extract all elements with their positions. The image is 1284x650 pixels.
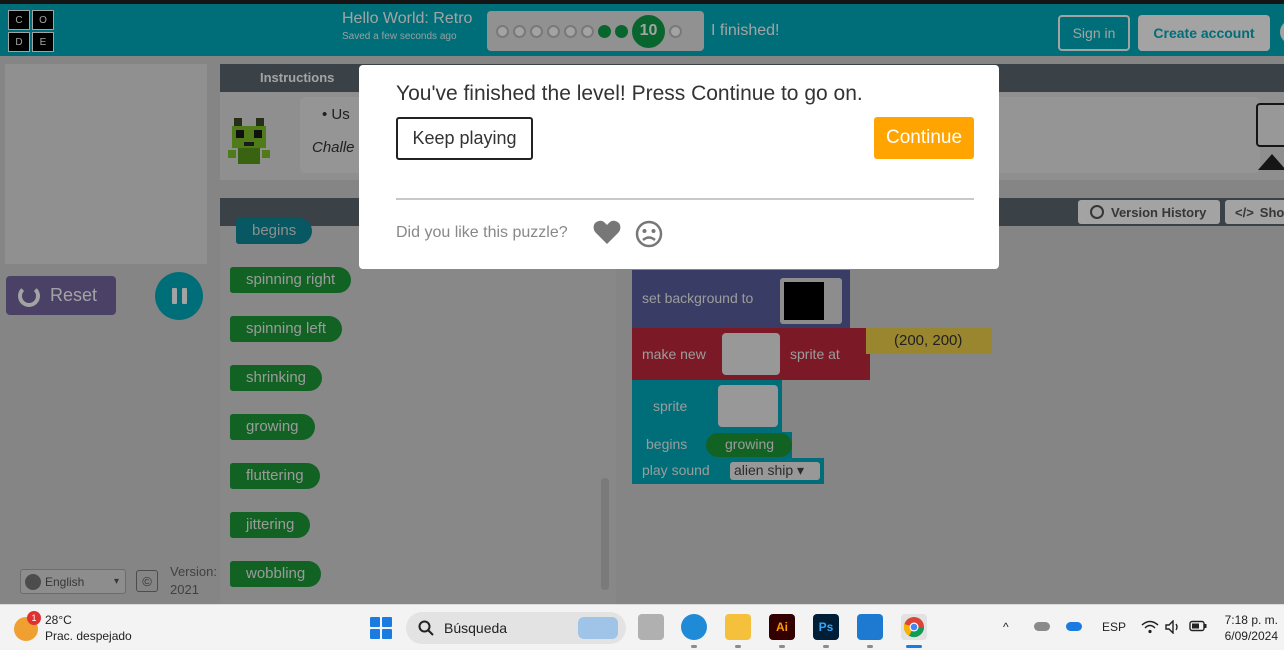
running-indicator: [735, 645, 741, 648]
edge-browser-icon[interactable]: [681, 614, 707, 640]
dialog-divider: [396, 198, 974, 200]
chevron-up-icon[interactable]: ^: [1003, 620, 1009, 634]
active-indicator: [906, 645, 922, 648]
dialog-title: You've finished the level! Press Continu…: [396, 82, 863, 105]
sad-face-icon[interactable]: [635, 220, 663, 248]
windows-taskbar: 1 28°C Prac. despejado Búsqueda Ai Ps ^ …: [0, 604, 1284, 650]
search-highlight-icon: [578, 617, 618, 639]
onedrive-icon[interactable]: [1066, 622, 1082, 631]
photoshop-icon[interactable]: Ps: [813, 614, 839, 640]
vscode-icon[interactable]: [857, 614, 883, 640]
running-indicator: [823, 645, 829, 648]
feedback-question: Did you like this puzzle?: [396, 224, 568, 241]
weather-condition[interactable]: Prac. despejado: [45, 629, 132, 643]
temperature[interactable]: 28°C: [45, 613, 72, 627]
language-indicator[interactable]: ESP: [1102, 620, 1126, 634]
keep-playing-button[interactable]: Keep playing: [396, 117, 533, 160]
running-indicator: [691, 645, 697, 648]
notification-badge: 1: [27, 611, 41, 625]
search-placeholder: Búsqueda: [444, 620, 508, 636]
chrome-browser-icon[interactable]: [901, 614, 927, 640]
wifi-icon[interactable]: [1141, 620, 1159, 637]
volume-icon[interactable]: [1165, 619, 1181, 637]
taskbar-search[interactable]: Búsqueda: [406, 612, 626, 644]
running-indicator: [779, 645, 785, 648]
heart-icon[interactable]: [593, 219, 621, 245]
clock-time: 7:18 p. m.: [1224, 613, 1278, 627]
search-icon: [418, 620, 434, 636]
continue-button[interactable]: Continue: [874, 117, 974, 159]
running-indicator: [867, 645, 873, 648]
windows-start-icon[interactable]: [370, 617, 392, 639]
system-clock[interactable]: 7:18 p. m. 6/09/2024: [1224, 612, 1278, 644]
cloud-icon[interactable]: [1034, 622, 1050, 631]
level-complete-dialog: You've finished the level! Press Continu…: [359, 65, 999, 269]
battery-icon[interactable]: [1189, 620, 1207, 635]
task-view-icon[interactable]: [638, 614, 664, 640]
file-explorer-icon[interactable]: [725, 614, 751, 640]
illustrator-icon[interactable]: Ai: [769, 614, 795, 640]
clock-date: 6/09/2024: [1224, 629, 1278, 643]
